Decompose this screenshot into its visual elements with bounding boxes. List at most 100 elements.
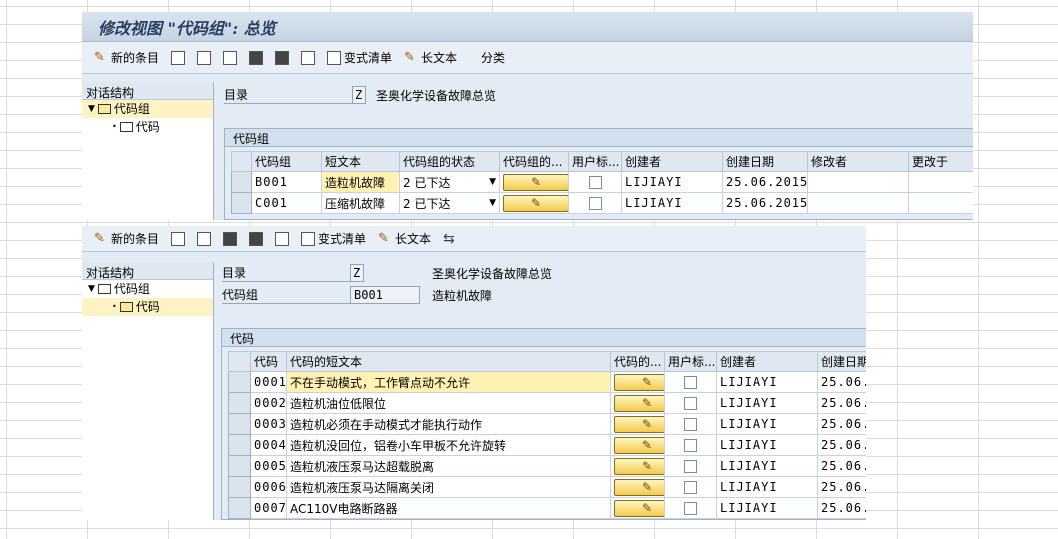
- variant-list-button[interactable]: 变式清单: [297, 228, 370, 250]
- code-text-cell[interactable]: 造粒机必须在手动模式才能执行动作: [286, 413, 611, 435]
- column-header[interactable]: 短文本: [321, 151, 400, 172]
- row-selector[interactable]: [228, 392, 251, 414]
- variant-list-label: 变式清单: [344, 51, 393, 65]
- column-header[interactable]: 代码的短文本: [286, 351, 611, 372]
- long-text-edit-button[interactable]: ✎: [614, 415, 664, 433]
- creator-cell: LIJIAYI: [716, 371, 818, 393]
- column-header[interactable]: 创建者: [716, 351, 818, 372]
- row-selector-header[interactable]: [228, 351, 251, 372]
- code-text-cell[interactable]: 造粒机液压泵马达隔离关闭: [286, 476, 611, 498]
- column-header[interactable]: 代码组的状态: [399, 151, 500, 172]
- column-header[interactable]: 代码组: [251, 151, 322, 172]
- code-text-cell[interactable]: 造粒机没回位，铝卷小车甲板不允许旋转: [286, 434, 611, 456]
- creator-cell: LIJIAYI: [716, 392, 818, 414]
- long-text-button[interactable]: ✎ 长文本: [374, 228, 435, 250]
- code-cell[interactable]: 0004: [250, 434, 287, 456]
- user-flag-checkbox[interactable]: [684, 417, 697, 431]
- column-header[interactable]: 创建者: [621, 151, 723, 172]
- code-cell[interactable]: 0007: [250, 497, 287, 519]
- code-group-cell[interactable]: B001: [251, 171, 322, 193]
- column-header[interactable]: 创建日期: [722, 151, 808, 172]
- short-text-cell[interactable]: 造粒机故障: [321, 171, 400, 193]
- code-cell[interactable]: 0001: [250, 371, 287, 393]
- long-text-edit-button[interactable]: ✎: [614, 457, 664, 475]
- column-header[interactable]: 代码的...: [610, 351, 665, 372]
- catalog-field[interactable]: Z: [352, 86, 366, 104]
- long-text-edit-button[interactable]: ✎: [614, 478, 664, 496]
- code-cell[interactable]: 0002: [250, 392, 287, 414]
- variant-list-button[interactable]: 变式清单: [323, 47, 396, 69]
- row-selector[interactable]: [228, 497, 251, 519]
- user-flag-checkbox[interactable]: [588, 196, 602, 210]
- row-selector[interactable]: [228, 455, 251, 477]
- open-folder-icon: [97, 104, 111, 114]
- row-selector[interactable]: [228, 413, 251, 435]
- deselect-button[interactable]: [271, 228, 293, 250]
- short-text-cell[interactable]: 压缩机故障: [321, 192, 400, 214]
- user-flag-checkbox[interactable]: [684, 375, 697, 389]
- user-flag-checkbox[interactable]: [684, 396, 697, 410]
- delete-button[interactable]: [193, 228, 215, 250]
- code-text-cell[interactable]: 不在手动模式，工作臂点动不允许: [286, 371, 611, 393]
- new-entries-button[interactable]: ✎ 新的条目: [90, 47, 163, 69]
- column-header[interactable]: 用户标...: [664, 351, 717, 372]
- tree-node-code[interactable]: • 代码: [82, 118, 213, 136]
- copy-button[interactable]: [167, 228, 189, 250]
- long-text-edit-button[interactable]: ✎: [503, 173, 568, 191]
- new-entries-button[interactable]: ✎ 新的条目: [90, 228, 163, 250]
- column-header[interactable]: 更改于: [908, 151, 973, 172]
- column-header[interactable]: 创建日期: [817, 351, 866, 372]
- row-selector[interactable]: [231, 171, 252, 193]
- user-flag-checkbox[interactable]: [684, 438, 697, 452]
- column-header[interactable]: 用户标...: [568, 151, 622, 172]
- deselect-button[interactable]: [297, 47, 319, 69]
- long-text-cell: ✎: [610, 476, 665, 498]
- long-text-edit-button[interactable]: ✎: [614, 499, 664, 517]
- copy-button[interactable]: [167, 47, 189, 69]
- toolbar: ✎ 新的条目 变式清单 ✎ 长文本 ⇆: [82, 226, 866, 252]
- code-text-cell[interactable]: 造粒机油位低限位: [286, 392, 611, 414]
- catalog-field[interactable]: Z: [350, 264, 364, 282]
- column-header[interactable]: 代码: [250, 351, 287, 372]
- user-flag-checkbox[interactable]: [588, 175, 602, 189]
- tree-node-label: 代码组: [113, 102, 150, 116]
- long-text-edit-button[interactable]: ✎: [503, 194, 568, 212]
- row-selector[interactable]: [228, 434, 251, 456]
- code-text-cell[interactable]: AC110V电路断路器: [286, 497, 611, 519]
- code-cell[interactable]: 0005: [250, 455, 287, 477]
- table-row: 0005 造粒机液压泵马达超载脱离 ✎ LIJIAYI 25.06.: [228, 455, 866, 477]
- catalog-label: 目录: [224, 86, 352, 104]
- classify-button[interactable]: 分类: [477, 47, 509, 69]
- tree-node-code-group[interactable]: ▼ 代码组: [82, 100, 213, 118]
- long-text-edit-button[interactable]: ✎: [614, 436, 664, 454]
- row-selector[interactable]: [231, 192, 252, 214]
- long-text-edit-button[interactable]: ✎: [614, 394, 664, 412]
- row-selector[interactable]: [228, 371, 251, 393]
- column-header[interactable]: 修改者: [807, 151, 909, 172]
- select-all-button[interactable]: [245, 47, 267, 69]
- user-flag-checkbox[interactable]: [684, 501, 697, 515]
- select-block-button[interactable]: [271, 47, 293, 69]
- code-cell[interactable]: 0006: [250, 476, 287, 498]
- row-selector-header[interactable]: [231, 151, 252, 172]
- long-text-button[interactable]: ✎ 长文本: [400, 47, 461, 69]
- status-dropdown[interactable]: 2 已下达 ▼: [399, 171, 500, 193]
- undo-button[interactable]: [219, 47, 241, 69]
- select-all-button[interactable]: [219, 228, 241, 250]
- changed-on-cell: [908, 192, 973, 214]
- code-text-cell[interactable]: 造粒机液压泵马达超载脱离: [286, 455, 611, 477]
- column-header[interactable]: 代码组的...: [499, 151, 569, 172]
- row-selector[interactable]: [228, 476, 251, 498]
- user-flag-checkbox[interactable]: [684, 480, 697, 494]
- code-group-cell[interactable]: C001: [251, 192, 322, 214]
- long-text-edit-button[interactable]: ✎: [614, 373, 664, 391]
- status-dropdown[interactable]: 2 已下达 ▼: [399, 192, 500, 214]
- delete-button[interactable]: [193, 47, 215, 69]
- tree-node-code[interactable]: • 代码: [82, 298, 213, 316]
- code-cell[interactable]: 0003: [250, 413, 287, 435]
- user-flag-checkbox[interactable]: [684, 459, 697, 473]
- code-group-field[interactable]: B001: [350, 286, 420, 304]
- navigate-button[interactable]: ⇆: [439, 228, 459, 250]
- select-block-button[interactable]: [245, 228, 267, 250]
- tree-node-code-group[interactable]: ▼ 代码组: [82, 280, 213, 298]
